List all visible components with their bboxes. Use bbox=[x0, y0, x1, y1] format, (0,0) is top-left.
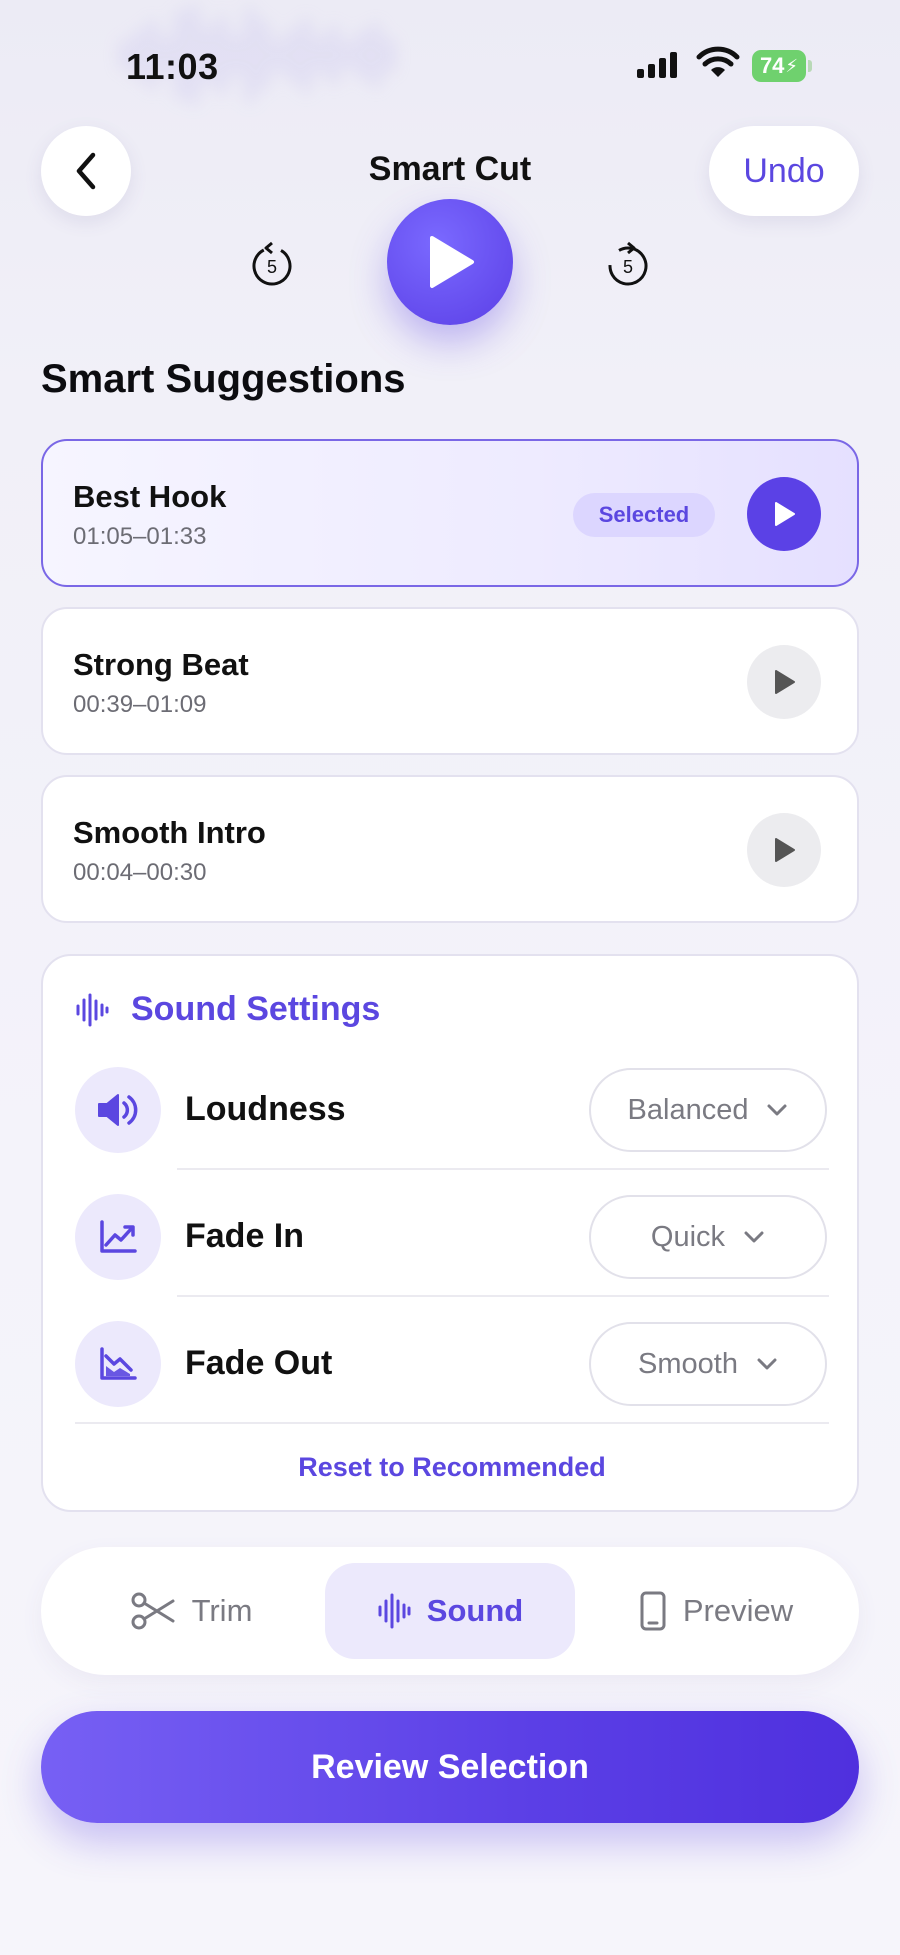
suggestion-title: Smooth Intro bbox=[73, 815, 266, 850]
suggestions-title: Smart Suggestions bbox=[41, 357, 406, 401]
suggestion-range: 00:39–01:09 bbox=[73, 691, 207, 718]
waveform-icon bbox=[76, 993, 109, 1026]
tab-preview-label: Preview bbox=[682, 1593, 794, 1628]
main-play-button[interactable] bbox=[387, 199, 513, 325]
fade-in-icon-container bbox=[75, 1194, 161, 1280]
status-time: 11:03 bbox=[126, 46, 219, 87]
fade-in-value: Quick bbox=[650, 1220, 726, 1253]
loudness-value: Balanced bbox=[627, 1093, 749, 1126]
rewind-5-icon: 5 bbox=[252, 241, 292, 286]
tab-trim[interactable]: Trim bbox=[81, 1563, 301, 1659]
suggestion-play-button[interactable] bbox=[747, 813, 821, 887]
fade-in-chart-icon bbox=[100, 1220, 137, 1253]
fade-in-label: Fade In bbox=[185, 1217, 305, 1255]
loudness-icon-container bbox=[75, 1067, 161, 1153]
suggestion-range: 01:05–01:33 bbox=[73, 523, 207, 550]
speaker-icon bbox=[98, 1094, 138, 1126]
fade-out-select[interactable]: Smooth bbox=[589, 1322, 827, 1406]
sound-settings-card: Sound Settings Loudness Balanced Fade In bbox=[41, 954, 859, 1512]
suggestion-card-strong-beat[interactable]: Strong Beat 00:39–01:09 bbox=[41, 607, 859, 755]
suggestion-title: Strong Beat bbox=[73, 647, 249, 682]
editor-tab-bar: Trim Sound Preview bbox=[41, 1547, 859, 1675]
loudness-label: Loudness bbox=[185, 1090, 346, 1128]
play-icon bbox=[775, 670, 795, 694]
fade-out-value: Smooth bbox=[638, 1347, 738, 1380]
battery-icon: 74 ⚡ bbox=[752, 50, 812, 82]
play-icon bbox=[775, 502, 795, 526]
selected-badge: Selected bbox=[573, 493, 715, 537]
svg-text:5: 5 bbox=[267, 257, 277, 277]
suggestion-range: 00:04–00:30 bbox=[73, 859, 207, 886]
waveform-icon bbox=[378, 1593, 411, 1629]
setting-row-loudness: Loudness Balanced bbox=[43, 1060, 861, 1160]
loudness-select[interactable]: Balanced bbox=[589, 1068, 827, 1152]
setting-row-fade-in: Fade In Quick bbox=[43, 1187, 861, 1287]
skip-forward-button[interactable]: 5 bbox=[605, 241, 651, 287]
sound-settings-header: Sound Settings bbox=[75, 990, 380, 1029]
fade-out-icon-container bbox=[75, 1321, 161, 1407]
suggestion-card-best-hook[interactable]: Best Hook 01:05–01:33 Selected bbox=[41, 439, 859, 587]
play-icon bbox=[775, 838, 795, 862]
tab-sound-label: Sound bbox=[426, 1593, 524, 1628]
fade-out-chart-icon bbox=[100, 1347, 137, 1380]
suggestion-play-button[interactable] bbox=[747, 477, 821, 551]
cellular-signal-icon bbox=[637, 52, 677, 78]
setting-row-fade-out: Fade Out Smooth bbox=[43, 1314, 861, 1414]
reset-to-recommended-button[interactable]: Reset to Recommended bbox=[43, 1452, 861, 1483]
suggestion-play-button[interactable] bbox=[747, 645, 821, 719]
fade-out-label: Fade Out bbox=[185, 1344, 333, 1382]
suggestion-title: Best Hook bbox=[73, 479, 227, 514]
skip-back-button[interactable]: 5 bbox=[249, 241, 295, 287]
tab-trim-label: Trim bbox=[191, 1593, 253, 1628]
tab-sound[interactable]: Sound bbox=[325, 1563, 575, 1659]
suggestion-card-smooth-intro[interactable]: Smooth Intro 00:04–00:30 bbox=[41, 775, 859, 923]
undo-button[interactable]: Undo bbox=[709, 126, 859, 216]
phone-icon bbox=[640, 1591, 666, 1631]
fade-in-select[interactable]: Quick bbox=[589, 1195, 827, 1279]
wifi-icon bbox=[696, 46, 740, 77]
svg-text:5: 5 bbox=[623, 257, 633, 277]
sound-settings-title: Sound Settings bbox=[131, 990, 381, 1028]
play-icon bbox=[430, 236, 474, 288]
chevron-down-icon bbox=[744, 1231, 764, 1243]
chevron-down-icon bbox=[757, 1358, 777, 1370]
scissors-icon bbox=[131, 1592, 175, 1630]
forward-5-icon: 5 bbox=[608, 241, 648, 286]
battery-level: 74 ⚡ bbox=[752, 50, 806, 82]
tab-preview[interactable]: Preview bbox=[601, 1563, 831, 1659]
review-selection-button[interactable]: Review Selection bbox=[41, 1711, 859, 1823]
chevron-down-icon bbox=[767, 1104, 787, 1116]
